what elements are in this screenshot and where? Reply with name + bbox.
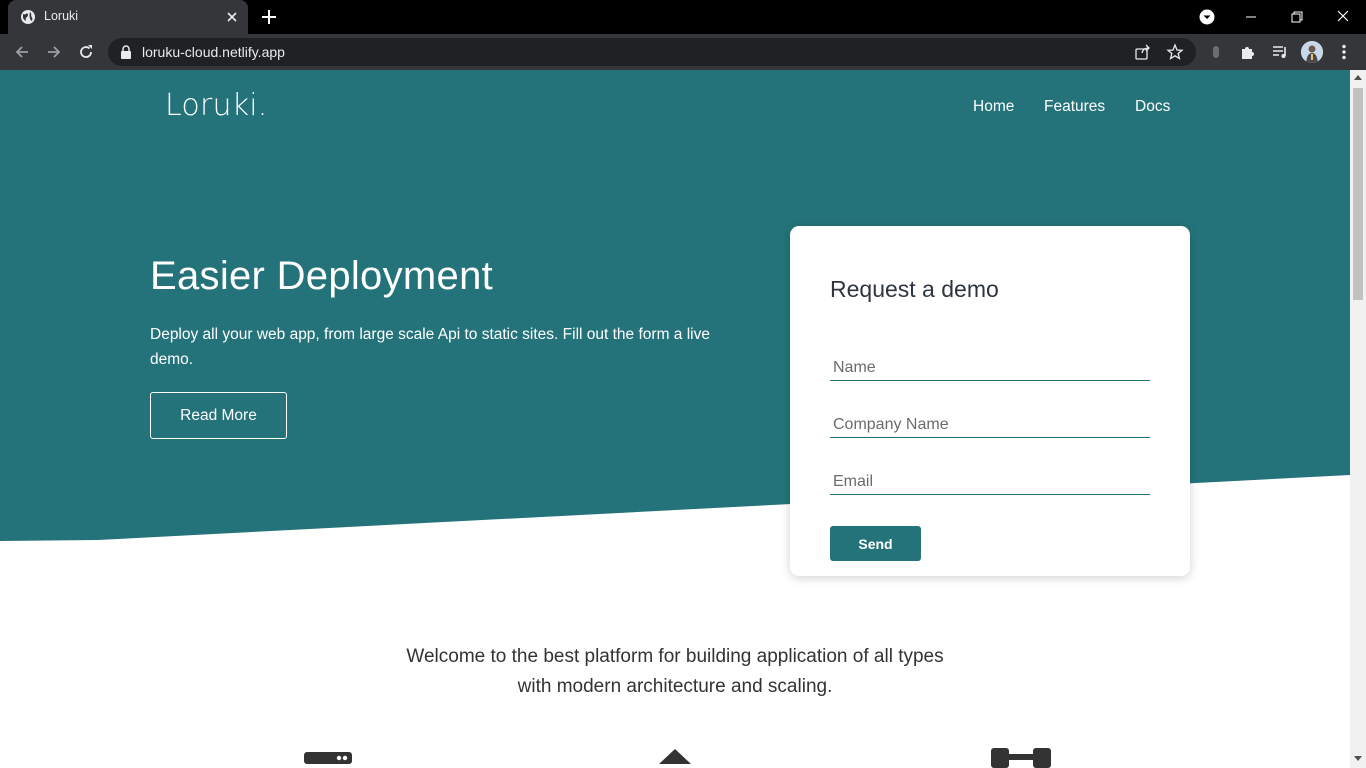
reload-icon[interactable] [76,42,96,62]
browser-toolbar: loruku-cloud.netlify.app [0,34,1366,70]
page-viewport: Loruki. Home Features Docs Easier Deploy… [0,70,1350,768]
brand-logo[interactable]: Loruki. [165,88,268,123]
plus-icon[interactable] [260,8,278,26]
globe-icon [21,10,35,24]
address-bar[interactable]: loruku-cloud.netlify.app [108,38,1196,66]
browser-tab[interactable]: Loruki [8,0,248,34]
minimize-icon[interactable] [1240,6,1262,28]
name-field[interactable] [830,355,1150,381]
send-button[interactable]: Send [830,526,921,561]
back-icon[interactable] [12,42,32,62]
restore-icon[interactable] [1286,6,1308,28]
demo-form-card: Request a demo Send [790,226,1190,576]
lock-icon[interactable] [120,45,132,59]
avatar[interactable] [1301,41,1323,63]
hero-title: Easier Deployment [150,254,494,298]
welcome-text: Welcome to the best platform for buildin… [406,646,944,697]
connector-icon [991,748,1051,768]
server-icon [304,752,352,764]
extension-mic-icon[interactable] [1206,42,1226,62]
close-window-icon[interactable] [1332,6,1354,28]
menu-icon[interactable] [1334,42,1354,62]
url-text[interactable]: loruku-cloud.netlify.app [142,44,285,60]
nav-docs[interactable]: Docs [1135,98,1170,116]
read-more-button[interactable]: Read More [150,392,287,439]
hero-text: Deploy all your web app, from large scal… [150,326,710,368]
avatar-image-icon [1301,41,1323,63]
scroll-down-icon[interactable] [1354,756,1362,762]
nav-features[interactable]: Features [1044,98,1105,116]
scrollbar-thumb[interactable] [1353,88,1363,300]
demo-form-title: Request a demo [830,276,999,302]
tab-search-icon[interactable] [1198,8,1216,26]
star-icon[interactable] [1166,43,1184,61]
triangle-icon [659,749,691,764]
nav-home[interactable]: Home [973,98,1014,116]
tab-strip: Loruki [0,0,1366,34]
close-icon[interactable] [224,9,240,25]
forward-icon[interactable] [44,42,64,62]
media-icon[interactable] [1270,42,1290,62]
extensions-icon[interactable] [1238,42,1258,62]
share-icon[interactable] [1134,43,1152,61]
email-field[interactable] [830,469,1150,495]
company-name-field[interactable] [830,412,1150,438]
scroll-up-icon[interactable] [1354,74,1362,80]
tab-title: Loruki [44,9,79,23]
page-scrollbar[interactable] [1350,70,1366,768]
